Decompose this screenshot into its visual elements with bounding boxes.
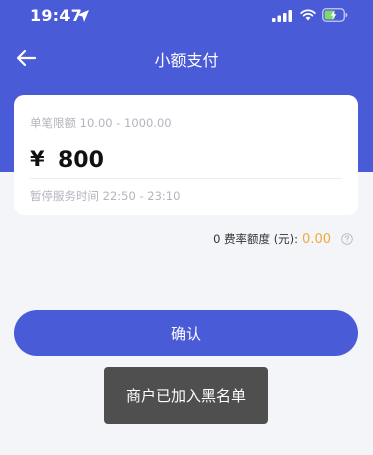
divider	[30, 178, 342, 179]
cellular-signal-icon	[272, 10, 292, 22]
confirm-button[interactable]: 确认	[14, 310, 358, 356]
limit-label: 单笔限额 10.00 - 1000.00	[30, 116, 172, 130]
fee-value: 0.00	[302, 231, 331, 247]
currency-symbol: ¥	[30, 147, 45, 171]
wifi-icon	[300, 9, 316, 21]
amount-row: ¥	[30, 145, 340, 177]
fee-row: 0 费率额度 (元): 0.00	[213, 231, 353, 247]
pause-time-label: 暂停服务时间 22:50 - 23:10	[30, 189, 181, 203]
question-circle-icon[interactable]	[341, 233, 353, 245]
status-time: 19:47	[30, 6, 82, 25]
toast-message: 商户已加入黑名单	[104, 367, 268, 424]
navigation-bar: 小额支付	[0, 38, 373, 78]
page-title: 小额支付	[154, 51, 219, 70]
battery-charging-icon	[322, 8, 348, 22]
fee-label: 0 费率额度 (元):	[213, 232, 299, 246]
location-arrow-icon	[77, 10, 89, 22]
amount-input[interactable]	[58, 145, 328, 175]
status-bar: 19:47	[0, 0, 373, 34]
payment-card: 单笔限额 10.00 - 1000.00 ¥ 暂停服务时间 22:50 - 23…	[14, 95, 358, 215]
